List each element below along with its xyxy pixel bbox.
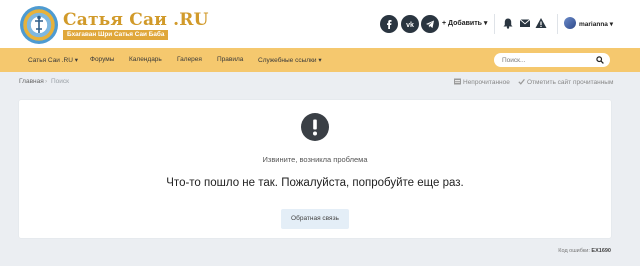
exclamation-icon — [301, 113, 329, 141]
header-divider — [494, 14, 495, 34]
add-content-button[interactable]: + Добавить ▾ — [442, 19, 487, 27]
facebook-icon[interactable] — [380, 15, 398, 33]
error-title: Извините, возникла проблема — [262, 155, 368, 164]
search-icon[interactable] — [596, 56, 604, 64]
nav-item-forums[interactable]: Форумы — [90, 56, 114, 63]
error-code-label: Код ошибки: — [558, 248, 590, 254]
add-label: Добавить ▾ — [448, 20, 488, 27]
mark-read-link[interactable]: Отметить сайт прочитанным — [518, 78, 613, 86]
nav-item-calendar[interactable]: Календарь — [129, 56, 162, 63]
list-icon — [454, 78, 461, 85]
unread-link[interactable]: Непрочитанное — [454, 78, 510, 86]
warning-icon[interactable] — [535, 17, 547, 29]
mark-read-label: Отметить сайт прочитанным — [527, 79, 614, 86]
breadcrumb-current: Поиск — [51, 78, 70, 85]
nav-item-rules[interactable]: Правила — [217, 56, 243, 63]
search-placeholder: Поиск... — [502, 56, 526, 64]
error-message: Что-то пошло не так. Пожалуйста, попробу… — [166, 177, 464, 189]
vk-icon[interactable]: vk — [401, 15, 419, 33]
svg-text:vk: vk — [406, 22, 414, 29]
error-code: Код ошибки: EX1690 — [558, 248, 611, 254]
breadcrumb-home[interactable]: Главная — [19, 78, 44, 85]
nav-item-service-links[interactable]: Служебные ссылки ▾ — [258, 56, 322, 64]
nav-item-gallery[interactable]: Галерея — [177, 56, 202, 63]
site-title[interactable]: Сатья Саи .RU — [63, 10, 209, 30]
error-code-value: EX1690 — [591, 248, 611, 254]
bell-icon[interactable] — [502, 17, 514, 29]
header-divider — [557, 14, 558, 34]
search-input[interactable]: Поиск... — [494, 53, 610, 67]
nav-item-home[interactable]: Сатья Саи .RU ▾ — [28, 56, 78, 64]
telegram-icon[interactable] — [421, 15, 439, 33]
user-avatar[interactable] — [564, 17, 576, 29]
breadcrumb-separator: › — [45, 78, 48, 85]
site-subtitle: Бхагаван Шри Сатья Саи Баба — [63, 30, 169, 40]
check-icon — [518, 79, 525, 85]
feedback-button[interactable]: Обратная связь — [281, 209, 349, 229]
user-menu[interactable]: marianna ▾ — [579, 20, 613, 28]
site-logo-icon[interactable] — [20, 6, 58, 44]
site-header: Сатья Саи .RU Бхагаван Шри Сатья Саи Баб… — [0, 0, 640, 48]
unread-label: Непрочитанное — [463, 79, 510, 86]
envelope-icon[interactable] — [519, 17, 531, 29]
